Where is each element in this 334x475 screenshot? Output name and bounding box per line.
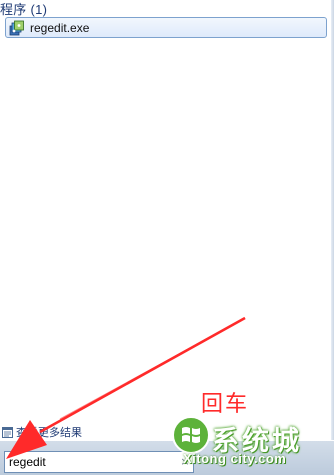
windows-logo-icon xyxy=(172,416,210,454)
see-more-results-label: 查看更多结果 xyxy=(16,427,82,439)
regedit-icon xyxy=(9,20,24,35)
search-results-icon xyxy=(2,426,13,438)
start-search-input[interactable] xyxy=(4,451,194,473)
programs-group-header[interactable]: 程序 (1) xyxy=(0,0,47,18)
start-menu-search-panel: 程序 (1) regedit.exe 查看更多结果 × xyxy=(0,0,334,475)
watermark-english-text: Xitong city.com xyxy=(183,451,287,466)
search-result-label: regedit.exe xyxy=(30,20,90,35)
watermark: 系统城 Xitong city.com xyxy=(168,413,334,475)
see-more-results-link[interactable]: 查看更多结果 xyxy=(2,424,82,440)
search-result-regedit[interactable]: regedit.exe xyxy=(5,17,327,38)
